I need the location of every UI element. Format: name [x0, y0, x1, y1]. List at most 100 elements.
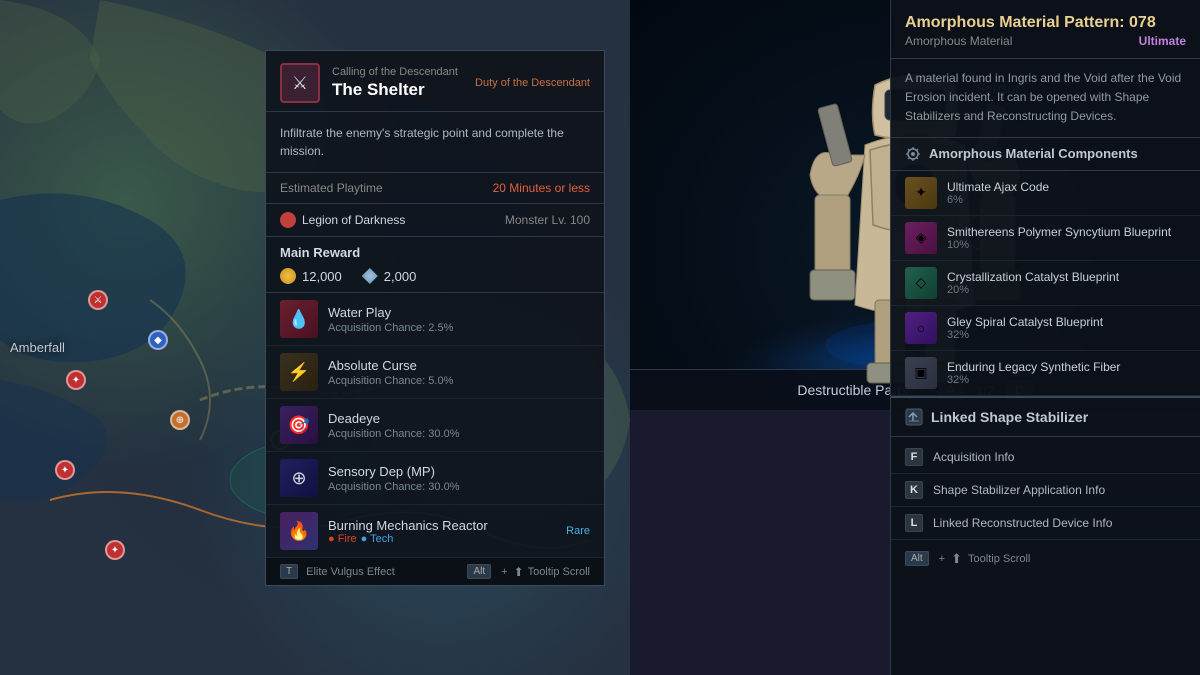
footer-alt-key: Alt: [467, 564, 491, 579]
monster-level: Monster Lv. 100: [505, 213, 590, 227]
reward-name-2: Deadeye: [328, 411, 590, 426]
map-marker-4[interactable]: ✦: [105, 540, 125, 560]
component-item-2: ◇ Crystallization Catalyst Blueprint 20%: [891, 261, 1200, 306]
reward-chance-0: Acquisition Chance: 2.5%: [328, 322, 590, 334]
currency-gold: 12,000: [280, 268, 342, 284]
item-type-row: Amorphous Material Ultimate: [905, 34, 1186, 48]
comp-chance-3: 32%: [947, 329, 1186, 341]
map-marker-6[interactable]: ⊕: [170, 410, 190, 430]
action-row-0[interactable]: F Acquisition Info: [891, 441, 1200, 474]
comp-thumb-0: ✦: [905, 177, 937, 209]
reward-name-1: Absolute Curse: [328, 358, 590, 373]
faction-icon: [280, 212, 296, 228]
reward-name-4: Burning Mechanics Reactor: [328, 518, 556, 533]
mission-header: ⚔ Calling of the Descendant The Shelter …: [266, 51, 604, 112]
info-scroll-label: Tooltip Scroll: [968, 553, 1030, 565]
map-marker-5[interactable]: ◆: [148, 330, 168, 350]
action-row-1[interactable]: K Shape Stabilizer Application Info: [891, 474, 1200, 507]
comp-info-3: Gley Spiral Catalyst Blueprint 32%: [947, 315, 1186, 341]
comp-thumb-4: ▣: [905, 357, 937, 389]
footer-elite-label: Elite Vulgus Effect: [306, 566, 395, 578]
reward-tags-4: ● Fire ● Tech: [328, 533, 556, 545]
reward-chance-2: Acquisition Chance: 30.0%: [328, 428, 590, 440]
right-section: Sensor: [630, 0, 1200, 675]
comp-name-1: Smithereens Polymer Syncytium Blueprint: [947, 225, 1186, 239]
reward-item-4: 🔥 Burning Mechanics Reactor ● Fire ● Tec…: [266, 505, 604, 558]
action-row-2[interactable]: L Linked Reconstructed Device Info: [891, 507, 1200, 540]
mission-category: Calling of the Descendant: [332, 66, 475, 78]
item-name: Amorphous Material Pattern: 078: [905, 14, 1186, 32]
action-key-2: L: [905, 514, 923, 532]
comp-info-1: Smithereens Polymer Syncytium Blueprint …: [947, 225, 1186, 251]
comp-chance-4: 32%: [947, 374, 1186, 386]
gold-value: 12,000: [302, 269, 342, 284]
comp-thumb-1: ◈: [905, 222, 937, 254]
faction-name: Legion of Darkness: [280, 212, 405, 228]
mission-faction: Legion of Darkness Monster Lv. 100: [266, 204, 604, 237]
reward-chance-3: Acquisition Chance: 30.0%: [328, 481, 590, 493]
action-key-1: K: [905, 481, 923, 499]
comp-info-4: Enduring Legacy Synthetic Fiber 32%: [947, 360, 1186, 386]
gold-icon: [280, 268, 296, 284]
reward-item-1: ⚡ Absolute Curse Acquisition Chance: 5.0…: [266, 346, 604, 399]
reward-info-3: Sensory Dep (MP) Acquisition Chance: 30.…: [328, 464, 590, 493]
reward-rarity-4: Rare: [566, 525, 590, 537]
comp-name-3: Gley Spiral Catalyst Blueprint: [947, 315, 1186, 329]
component-item-1: ◈ Smithereens Polymer Syncytium Blueprin…: [891, 216, 1200, 261]
comp-chance-1: 10%: [947, 239, 1186, 251]
action-key-0: F: [905, 448, 923, 466]
linked-title: Linked Shape Stabilizer: [905, 408, 1186, 426]
mission-playtime: Estimated Playtime 20 Minutes or less: [266, 173, 604, 204]
reward-item-0: 💧 Water Play Acquisition Chance: 2.5%: [266, 293, 604, 346]
gear-icon: [905, 146, 921, 162]
map-marker-3[interactable]: ✦: [55, 460, 75, 480]
comp-thumb-2: ◇: [905, 267, 937, 299]
reward-name-0: Water Play: [328, 305, 590, 320]
main-reward-title: Main Reward: [266, 237, 604, 264]
components-title: Amorphous Material Components: [891, 138, 1200, 171]
action-label-1: Shape Stabilizer Application Info: [933, 483, 1105, 497]
mission-icon: ⚔: [280, 63, 320, 103]
action-label-0: Acquisition Info: [933, 450, 1014, 464]
info-scroll-icon: ⬆: [951, 551, 962, 567]
info-panel: Amorphous Material Pattern: 078 Amorphou…: [890, 0, 1200, 675]
reward-thumb-0: 💧: [280, 300, 318, 338]
reward-thumb-2: 🎯: [280, 406, 318, 444]
mission-title: The Shelter: [332, 80, 475, 100]
playtime-label: Estimated Playtime: [280, 181, 383, 195]
linked-icon: [905, 408, 923, 426]
comp-chance-0: 6%: [947, 194, 1186, 206]
item-rarity: Ultimate: [1139, 34, 1186, 48]
special-value: 2,000: [384, 269, 417, 284]
reward-currency: 12,000 2,000: [266, 264, 604, 293]
region-label: Amberfall: [10, 340, 65, 355]
info-footer: Alt + ⬆ Tooltip Scroll: [891, 544, 1200, 574]
map-marker-1[interactable]: ⚔: [88, 290, 108, 310]
special-icon: [362, 268, 378, 284]
mission-footer: T Elite Vulgus Effect Alt + ⬆ Tooltip Sc…: [266, 558, 604, 585]
footer-scroll-label: Tooltip Scroll: [528, 566, 590, 578]
mission-type: Duty of the Descendant: [475, 77, 590, 89]
reward-info-4: Burning Mechanics Reactor ● Fire ● Tech: [328, 518, 556, 545]
reward-item-3: ⊕ Sensory Dep (MP) Acquisition Chance: 3…: [266, 452, 604, 505]
playtime-value: 20 Minutes or less: [493, 181, 590, 195]
reward-info-0: Water Play Acquisition Chance: 2.5%: [328, 305, 590, 334]
currency-special: 2,000: [362, 268, 417, 284]
info-header: Amorphous Material Pattern: 078 Amorphou…: [891, 0, 1200, 59]
mission-title-group: Calling of the Descendant The Shelter: [332, 66, 475, 100]
action-label-2: Linked Reconstructed Device Info: [933, 516, 1112, 530]
comp-thumb-3: ○: [905, 312, 937, 344]
scroll-icon: ⬆: [514, 565, 524, 579]
info-footer-alt: Alt: [905, 551, 929, 566]
map-marker-2[interactable]: ✦: [66, 370, 86, 390]
component-item-4: ▣ Enduring Legacy Synthetic Fiber 32%: [891, 351, 1200, 396]
reward-name-3: Sensory Dep (MP): [328, 464, 590, 479]
footer-key: T: [280, 564, 298, 579]
reward-info-1: Absolute Curse Acquisition Chance: 5.0%: [328, 358, 590, 387]
comp-name-2: Crystallization Catalyst Blueprint: [947, 270, 1186, 284]
map-section: Amberfall ⚔ ✦ ✦ ✦ ◆ ⊕ ○ ⚔ Calling of the…: [0, 0, 630, 675]
reward-thumb-3: ⊕: [280, 459, 318, 497]
comp-info-2: Crystallization Catalyst Blueprint 20%: [947, 270, 1186, 296]
reward-info-2: Deadeye Acquisition Chance: 30.0%: [328, 411, 590, 440]
item-type-label: Amorphous Material: [905, 34, 1012, 48]
